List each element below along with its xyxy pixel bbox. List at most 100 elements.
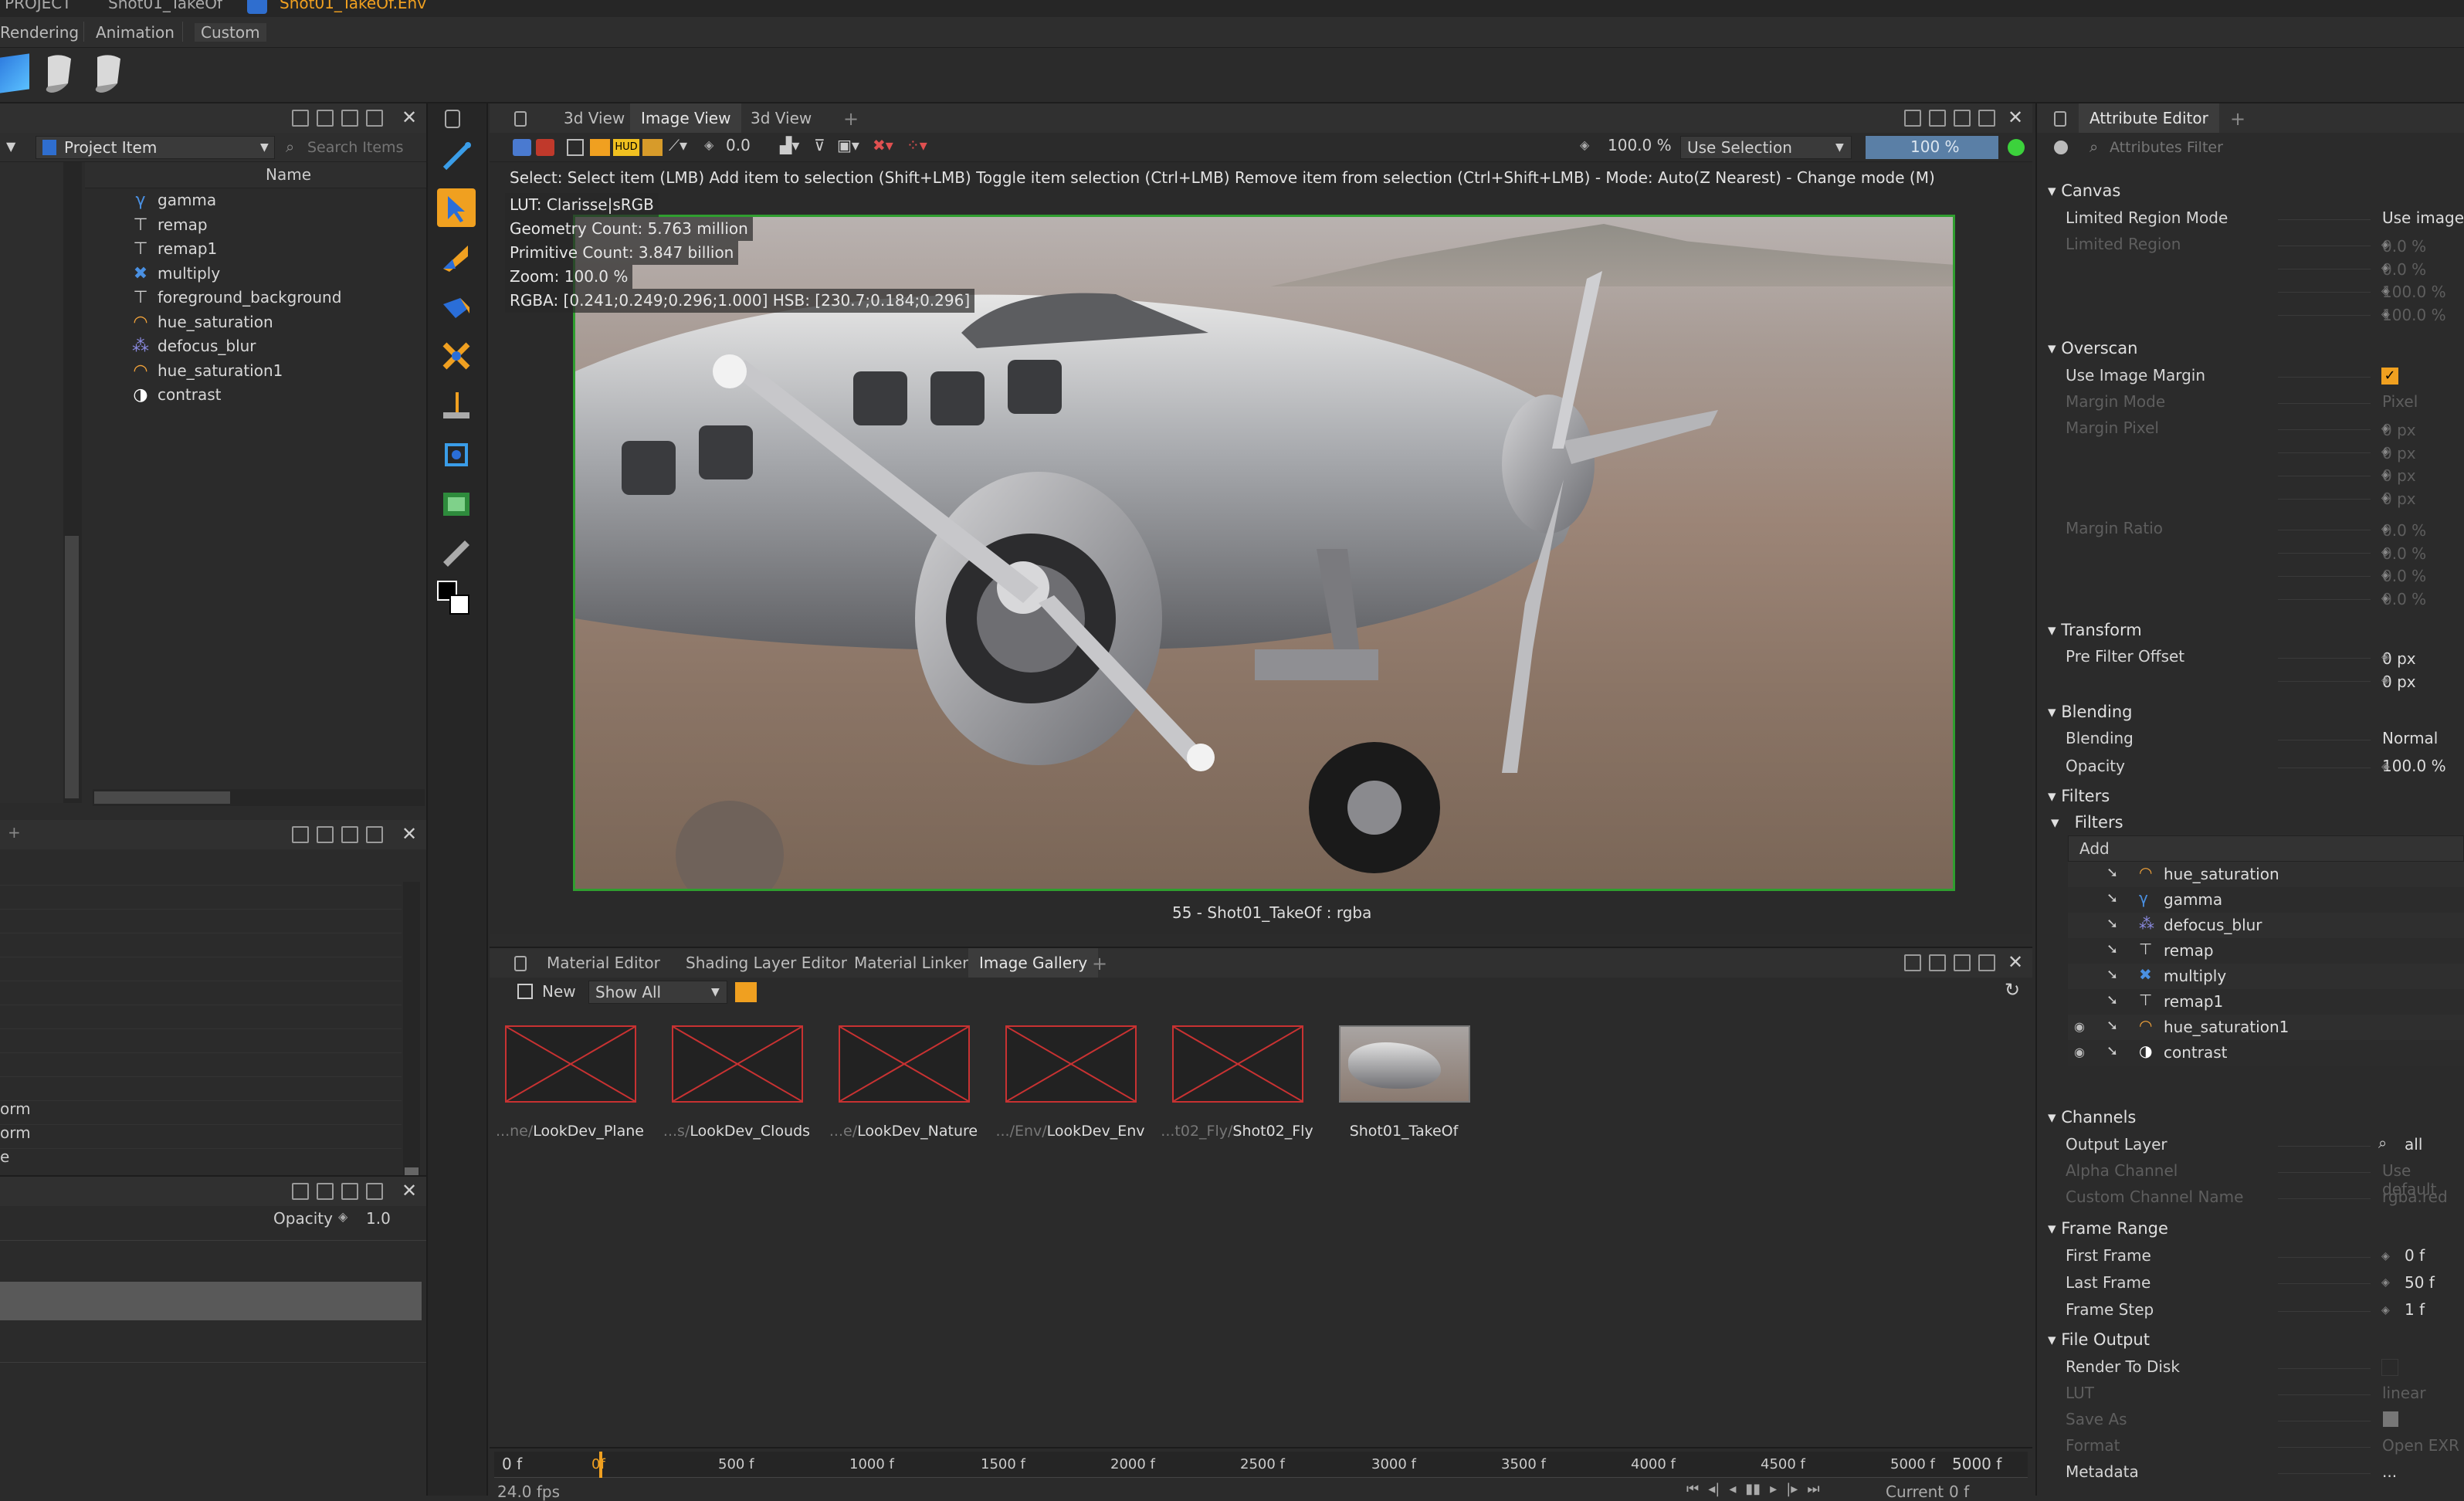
keyframe-icon[interactable]: ◈ bbox=[704, 137, 713, 152]
filter-list-item[interactable]: ◉ ➘ ◑ contrast bbox=[2068, 1040, 2464, 1066]
next-key-icon[interactable]: |▸ bbox=[1786, 1481, 1798, 1497]
rotate-tool-icon[interactable] bbox=[437, 287, 476, 326]
arrow-icon[interactable]: ➘ bbox=[2106, 1018, 2118, 1034]
clear-icon[interactable]: ✖▾ bbox=[873, 136, 893, 154]
tab-material-editor[interactable]: Material Editor bbox=[536, 948, 671, 978]
paint-tool-icon[interactable] bbox=[437, 386, 476, 425]
limited-region-value-4[interactable]: 100.0 % bbox=[2382, 306, 2464, 324]
render-region-icon[interactable] bbox=[536, 139, 554, 156]
shelf-tab-animation[interactable]: Animation bbox=[96, 23, 175, 42]
tab-image-view[interactable]: Image View bbox=[630, 103, 742, 133]
margin-ratio-value-4[interactable]: 0.0 % bbox=[2382, 590, 2464, 608]
layout-icon[interactable] bbox=[1954, 110, 1971, 127]
margin-ratio-value-1[interactable]: 0.0 % bbox=[2382, 521, 2464, 540]
zoom-value[interactable]: 100.0 % bbox=[1608, 136, 1672, 154]
property-row-label[interactable]: orm bbox=[0, 1123, 31, 1142]
scroll-shelf-icon[interactable] bbox=[91, 53, 127, 94]
keyframe-icon[interactable]: ◈ bbox=[338, 1209, 347, 1224]
keyframe-icon[interactable]: ◈ bbox=[2381, 761, 2390, 773]
keyframe-icon[interactable]: ◈ bbox=[2381, 1250, 2390, 1262]
lock-icon[interactable] bbox=[514, 111, 527, 127]
margin-pixel-value-3[interactable]: 0 px bbox=[2382, 466, 2464, 485]
pick-icon[interactable]: ⟋▾ bbox=[669, 136, 687, 154]
channel-icon[interactable] bbox=[642, 139, 663, 156]
property-row-label[interactable]: orm bbox=[0, 1099, 31, 1118]
filter-list-item[interactable]: ➘ ⊤ remap bbox=[2068, 938, 2464, 964]
hud-icon[interactable]: HUD bbox=[613, 139, 639, 156]
list-item[interactable]: ⊤ remap1 bbox=[85, 237, 426, 261]
filters-subsection[interactable]: ▾ Filters bbox=[2051, 809, 2123, 835]
close-icon[interactable]: ✕ bbox=[402, 1180, 417, 1201]
arrow-icon[interactable]: ➘ bbox=[2106, 941, 2118, 957]
project-item-combo[interactable]: Project Item ▼ bbox=[36, 136, 275, 159]
layout-icon[interactable] bbox=[292, 110, 309, 127]
display-icon[interactable] bbox=[590, 139, 610, 156]
maximize-icon[interactable] bbox=[366, 110, 383, 127]
render-icon[interactable] bbox=[513, 139, 531, 156]
windows-shelf-icon[interactable] bbox=[0, 53, 29, 93]
margin-pixel-value-2[interactable]: 0 px bbox=[2382, 444, 2464, 462]
keyframe-icon[interactable]: ◈ bbox=[2381, 239, 2390, 251]
layout-icon[interactable] bbox=[1954, 954, 1971, 971]
add-tab-icon[interactable]: + bbox=[8, 823, 21, 842]
custom-channel-name-value[interactable]: rgba.red bbox=[2382, 1188, 2464, 1206]
filter-list-item[interactable]: ➘ ✖ multiply bbox=[2068, 964, 2464, 989]
new-icon[interactable] bbox=[517, 984, 533, 999]
list-item[interactable]: γ gamma bbox=[85, 188, 426, 212]
layout-icon[interactable] bbox=[341, 826, 358, 843]
limited-region-mode-value[interactable]: Use image bbox=[2382, 208, 2464, 227]
attributes-filter-input[interactable] bbox=[2108, 136, 2463, 159]
filter-list-item[interactable]: ➘ ◠ hue_saturation bbox=[2068, 862, 2464, 887]
keyframe-icon[interactable]: ◈ bbox=[2381, 492, 2390, 504]
pre-filter-offset-value-2[interactable]: 0 px bbox=[2382, 673, 2464, 691]
keyframe-icon[interactable]: ◈ bbox=[1580, 137, 1589, 152]
layout-icon[interactable] bbox=[292, 826, 309, 843]
arrow-icon[interactable]: ➘ bbox=[2106, 916, 2118, 932]
scrollbar-horizontal[interactable] bbox=[93, 789, 425, 806]
scrollbar-thumb[interactable] bbox=[94, 791, 230, 804]
layout-icon[interactable] bbox=[1904, 954, 1921, 971]
section-file-output[interactable]: ▾ File Output bbox=[2048, 1327, 2150, 1353]
keyframe-icon[interactable]: ◈ bbox=[2381, 651, 2390, 663]
selection-mode-select[interactable]: Use Selection ▼ bbox=[1680, 136, 1852, 159]
keyframe-icon[interactable]: ◈ bbox=[2381, 1304, 2390, 1316]
rendered-image[interactable] bbox=[573, 215, 1955, 891]
section-overscan[interactable]: ▾ Overscan bbox=[2048, 335, 2137, 361]
close-icon[interactable]: ✕ bbox=[2008, 951, 2023, 973]
list-item[interactable]: ✖ multiply bbox=[85, 262, 426, 286]
keyframe-icon[interactable]: ◈ bbox=[2381, 308, 2390, 320]
opacity-value[interactable]: 100.0 % bbox=[2382, 757, 2464, 775]
eye-icon[interactable]: ◉ bbox=[2074, 1019, 2085, 1034]
keyframe-icon[interactable]: ◈ bbox=[2381, 285, 2390, 297]
margin-mode-value[interactable]: Pixel bbox=[2382, 392, 2464, 411]
lut-value[interactable]: linear bbox=[2382, 1384, 2464, 1402]
list-item[interactable]: ⊤ foreground_background bbox=[85, 286, 426, 310]
maximize-icon[interactable] bbox=[1978, 110, 1995, 127]
layout-icon[interactable] bbox=[341, 1183, 358, 1200]
section-frame-range[interactable]: ▾ Frame Range bbox=[2048, 1215, 2168, 1242]
keyframe-icon[interactable]: ◈ bbox=[2381, 1276, 2390, 1289]
image-view-area[interactable]: Select: Select item (LMB) Add item to se… bbox=[490, 162, 2032, 934]
image-tool-icon[interactable] bbox=[437, 485, 476, 523]
breadcrumb-shot[interactable]: Shot01_TakeOf bbox=[108, 0, 222, 12]
stop-icon[interactable]: ▮▮ bbox=[1745, 1481, 1761, 1497]
ruler-tool-icon[interactable] bbox=[437, 534, 476, 573]
last-frame-icon[interactable]: ⏭ bbox=[1807, 1481, 1819, 1497]
close-icon[interactable]: ✕ bbox=[402, 107, 417, 128]
scrollbar-thumb[interactable] bbox=[65, 536, 79, 798]
gradient-strip[interactable] bbox=[0, 1282, 422, 1320]
tab-attribute-editor[interactable]: Attribute Editor bbox=[2079, 103, 2219, 133]
keyframe-icon[interactable]: ◈ bbox=[2381, 592, 2390, 605]
use-image-margin-checkbox[interactable]: ✓ bbox=[2381, 368, 2398, 385]
save-icon[interactable]: ▣▾ bbox=[837, 136, 859, 154]
tab-3d-view-2[interactable]: 3d View bbox=[740, 103, 822, 133]
playhead[interactable] bbox=[599, 1452, 602, 1478]
limited-region-value-2[interactable]: 0.0 % bbox=[2382, 260, 2464, 279]
arrow-icon[interactable]: ➘ bbox=[2106, 992, 2118, 1008]
keyframe-icon[interactable]: ◈ bbox=[2381, 446, 2390, 458]
limited-region-value-3[interactable]: 100.0 % bbox=[2382, 283, 2464, 301]
arrow-icon[interactable]: ➘ bbox=[2106, 865, 2118, 881]
pre-filter-offset-value-1[interactable]: 0 px bbox=[2382, 649, 2464, 668]
browse-icon[interactable] bbox=[2383, 1411, 2398, 1427]
gallery-thumbnail[interactable] bbox=[672, 1025, 803, 1103]
